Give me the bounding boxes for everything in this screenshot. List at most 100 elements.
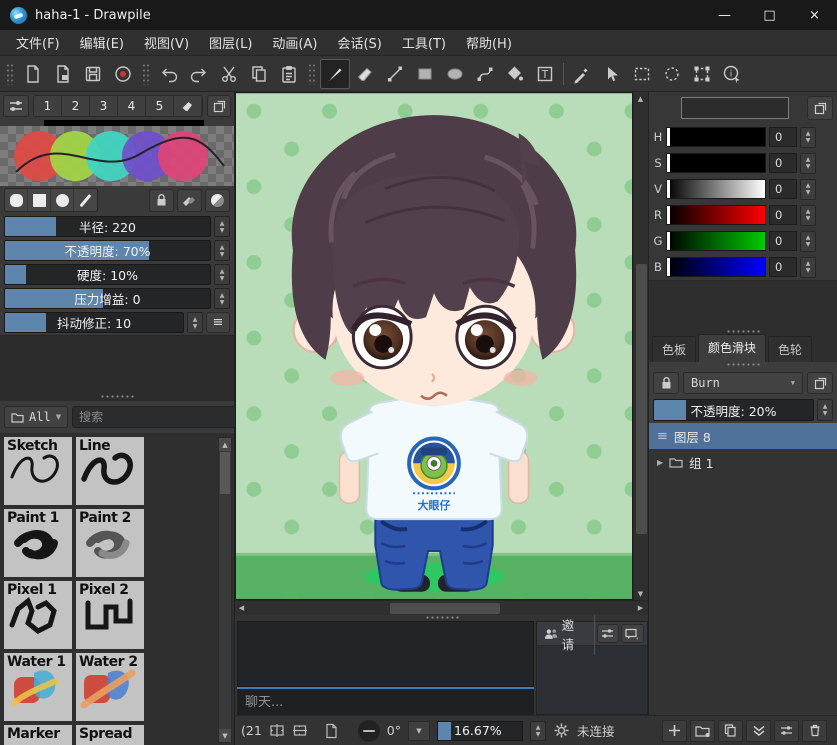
brush-shape-blob-button[interactable]	[5, 189, 28, 211]
toolbar-grip[interactable]	[6, 63, 14, 85]
save-button[interactable]	[78, 59, 108, 89]
spinner[interactable]: ▲▼	[800, 179, 816, 200]
session-settings-button[interactable]	[597, 624, 619, 643]
value-value[interactable]: 0	[769, 179, 797, 199]
preset-search-input[interactable]	[72, 406, 236, 428]
copy-button[interactable]	[244, 59, 274, 89]
preset-paint-2[interactable]: Paint 2	[76, 509, 144, 577]
paste-button[interactable]	[274, 59, 304, 89]
flip-vertical-icon[interactable]	[292, 723, 308, 738]
blend-mode-dropdown[interactable]: Burn ▼	[683, 372, 803, 394]
eraser-tool-button[interactable]	[350, 59, 380, 89]
menu-session[interactable]: 会话(S)	[327, 29, 391, 56]
toolbar-grip[interactable]	[308, 63, 316, 85]
green-value[interactable]: 0	[769, 231, 797, 251]
color-name-field[interactable]	[681, 97, 789, 119]
brush-settings-button[interactable]	[3, 95, 29, 117]
green-slider[interactable]	[666, 231, 766, 251]
brush-shape-square-button[interactable]	[28, 189, 51, 211]
curve-tool-button[interactable]	[470, 59, 500, 89]
tab-color-wheel[interactable]: 色轮	[768, 336, 812, 362]
spinner[interactable]: ▲▼	[817, 399, 833, 421]
scroll-right-icon[interactable]: ▶	[634, 602, 647, 615]
line-tool-button[interactable]	[380, 59, 410, 89]
blue-value[interactable]: 0	[769, 257, 797, 277]
new-file-button[interactable]	[18, 59, 48, 89]
brush-slot-1[interactable]: 1	[34, 96, 62, 116]
brush-slot-3[interactable]: 3	[90, 96, 118, 116]
zoom-slider[interactable]: 16.67%	[437, 721, 523, 741]
spinner[interactable]: ▲▼	[800, 205, 816, 226]
detach-layer-button[interactable]	[807, 372, 833, 394]
inspect-tool-button[interactable]: i	[717, 59, 747, 89]
close-button[interactable]: ×	[792, 0, 837, 30]
laser-pointer-tool-button[interactable]	[597, 59, 627, 89]
spinner[interactable]: ▲▼	[530, 721, 546, 741]
merge-down-button[interactable]	[746, 720, 771, 742]
detach-color-button[interactable]	[807, 96, 833, 120]
preset-sketch[interactable]: Sketch	[4, 437, 72, 505]
chat-handle[interactable]	[425, 615, 459, 620]
chat-input[interactable]	[237, 687, 534, 715]
preset-pixel-1[interactable]: Pixel 1	[4, 581, 72, 649]
opacity-slider[interactable]: 不透明度: 70%	[4, 240, 211, 261]
undo-button[interactable]	[154, 59, 184, 89]
layer-lock-button[interactable]	[653, 372, 679, 394]
rectangle-tool-button[interactable]	[410, 59, 440, 89]
add-layer-button[interactable]	[662, 720, 687, 742]
menu-view[interactable]: 视图(V)	[134, 29, 199, 56]
hue-value[interactable]: 0	[769, 127, 797, 147]
scrollbar-thumb[interactable]	[636, 264, 647, 534]
brush-shape-pen-button[interactable]	[74, 189, 97, 211]
canvas-vertical-scrollbar[interactable]: ▲ ▼	[633, 92, 648, 600]
eraser-slot[interactable]	[174, 96, 202, 116]
brush-slot-4[interactable]: 4	[118, 96, 146, 116]
menu-file[interactable]: 文件(F)	[6, 29, 70, 56]
lock-alpha-button[interactable]	[149, 189, 174, 212]
radius-slider[interactable]: 半径: 220	[4, 216, 211, 237]
red-slider[interactable]	[666, 205, 766, 225]
menu-layer[interactable]: 图层(L)	[199, 29, 262, 56]
layer-opacity-slider[interactable]: 不透明度: 20%	[653, 399, 814, 421]
hardness-slider[interactable]: 硬度: 10%	[4, 264, 211, 285]
select-lasso-tool-button[interactable]	[657, 59, 687, 89]
spinner[interactable]: ▲▼	[214, 288, 230, 309]
detach-dock-button[interactable]	[207, 95, 231, 117]
redo-button[interactable]	[184, 59, 214, 89]
layer-group-row[interactable]: ▶ 组 1	[649, 449, 837, 475]
red-value[interactable]: 0	[769, 205, 797, 225]
spinner[interactable]: ▲▼	[800, 153, 816, 174]
rotation-dial[interactable]	[358, 720, 380, 742]
minimize-button[interactable]: —	[702, 0, 747, 30]
preset-water-2[interactable]: Water 2	[76, 653, 144, 721]
scrollbar-thumb[interactable]	[390, 603, 500, 614]
preset-pixel-2[interactable]: Pixel 2	[76, 581, 144, 649]
maximize-button[interactable]: □	[747, 0, 792, 30]
spinner[interactable]: ▲▼	[800, 127, 816, 148]
canvas-horizontal-scrollbar[interactable]: ◀ ▶	[235, 600, 648, 615]
dock-handle[interactable]	[726, 362, 760, 367]
menu-help[interactable]: 帮助(H)	[456, 29, 522, 56]
scroll-down-icon[interactable]: ▼	[219, 729, 231, 742]
brush-shape-round-button[interactable]	[51, 189, 74, 211]
preset-spread[interactable]: Spread	[76, 725, 144, 745]
fill-tool-button[interactable]	[500, 59, 530, 89]
spinner[interactable]: ▲▼	[214, 216, 230, 237]
scrollbar-thumb[interactable]	[220, 452, 230, 494]
slider-menu-button[interactable]: ≡	[206, 312, 230, 333]
preset-scrollbar[interactable]: ▲ ▼	[218, 437, 232, 743]
spinner[interactable]: ▲▼	[214, 264, 230, 285]
toolbar-grip[interactable]	[142, 63, 150, 85]
chat-mode-button[interactable]	[621, 624, 644, 643]
preset-water-1[interactable]: Water 1	[4, 653, 72, 721]
preset-line[interactable]: Line	[76, 437, 144, 505]
cut-button[interactable]	[214, 59, 244, 89]
dock-handle[interactable]	[100, 394, 134, 399]
tab-color-sliders[interactable]: 颜色滑块	[698, 334, 766, 362]
transform-tool-button[interactable]	[687, 59, 717, 89]
preset-paint-1[interactable]: Paint 1	[4, 509, 72, 577]
hue-slider[interactable]	[666, 127, 766, 147]
chat-messages[interactable]	[237, 621, 534, 687]
drawing-canvas[interactable]: 大眼仔	[235, 92, 633, 600]
text-tool-button[interactable]: T	[530, 59, 560, 89]
